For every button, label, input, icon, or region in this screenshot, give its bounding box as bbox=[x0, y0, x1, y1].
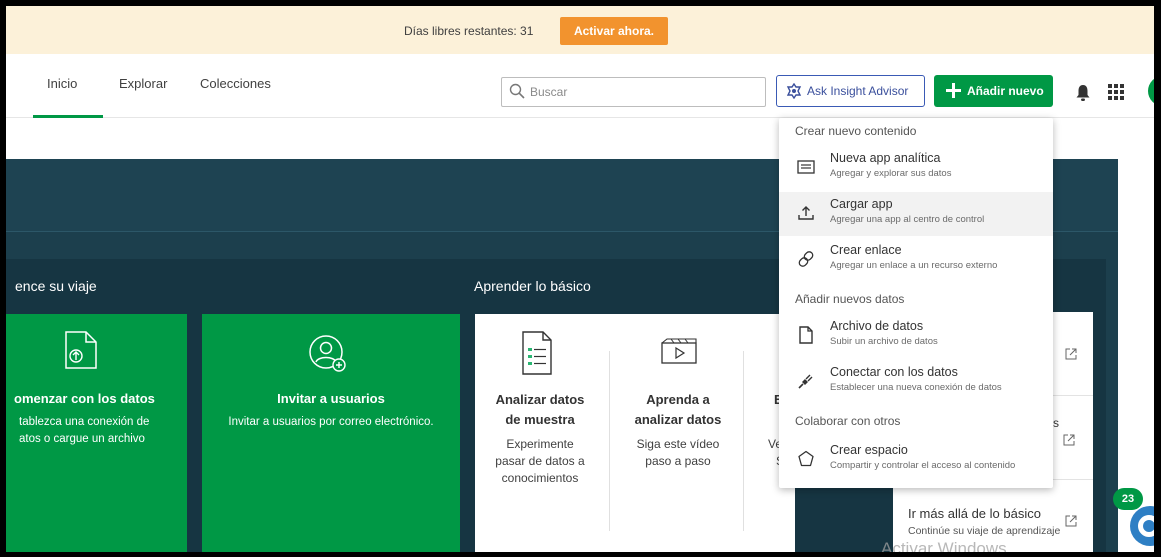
search-input[interactable] bbox=[530, 84, 750, 100]
chat-ring-icon bbox=[1138, 515, 1154, 537]
menu-item-title: Cargar app bbox=[830, 197, 893, 211]
menu-item-create-link[interactable]: Crear enlace Agregar un enlace a un recu… bbox=[779, 238, 1053, 282]
add-new-button[interactable]: Añadir nuevo bbox=[934, 75, 1053, 107]
link-icon bbox=[798, 251, 814, 267]
menu-item-create-space[interactable]: Crear espacio Compartir y controlar el a… bbox=[779, 438, 1053, 482]
app-grid-icon[interactable] bbox=[1108, 84, 1124, 100]
learn-basics-card: Analizar datos de muestra Experimente pa… bbox=[475, 314, 795, 552]
learn-analyze-heading-line2: analizar datos bbox=[634, 412, 722, 427]
search-box[interactable] bbox=[501, 77, 766, 107]
invite-users-body: Invitar a usuarios por correo electrónic… bbox=[228, 416, 434, 428]
plug-icon bbox=[798, 374, 813, 389]
insight-advisor-icon bbox=[786, 83, 802, 99]
add-new-label: Añadir nuevo bbox=[967, 84, 1044, 98]
menu-item-connect-data[interactable]: Conectar con los datos Establecer una nu… bbox=[779, 360, 1053, 404]
menu-item-data-file[interactable]: Archivo de datos Subir un archivo de dat… bbox=[779, 314, 1053, 358]
add-user-icon bbox=[309, 335, 346, 372]
bell-icon[interactable] bbox=[1075, 84, 1091, 102]
sample-data-body-line2: pasar de datos a bbox=[495, 454, 585, 468]
learn-analyze-body-line1: Siga este vídeo bbox=[636, 437, 720, 451]
user-avatar[interactable] bbox=[1148, 76, 1154, 106]
menu-item-subtitle: Compartir y controlar el acceso al conte… bbox=[830, 460, 1016, 471]
menu-item-subtitle: Agregar una app al centro de control bbox=[830, 214, 985, 225]
menu-item-subtitle: Agregar un enlace a un recurso externo bbox=[830, 260, 998, 271]
menu-item-subtitle: Establecer una nueva conexión de datos bbox=[830, 382, 1002, 393]
menu-item-title: Archivo de datos bbox=[830, 319, 924, 333]
sample-data-heading-line1: Analizar datos bbox=[495, 392, 585, 407]
tab-colecciones[interactable]: Colecciones bbox=[200, 54, 271, 118]
activate-now-button[interactable]: Activar ahora. bbox=[560, 17, 668, 45]
menu-item-subtitle: Agregar y explorar sus datos bbox=[830, 168, 952, 179]
screen-frame: Días libres restantes: 31 Activar ahora.… bbox=[0, 0, 1161, 557]
chat-notification-badge: 23 bbox=[1113, 488, 1143, 510]
tab-explorar[interactable]: Explorar bbox=[119, 54, 167, 118]
ask-insight-advisor-label: Ask Insight Advisor bbox=[807, 84, 909, 98]
menu-item-subtitle: Subir un archivo de datos bbox=[830, 336, 938, 347]
app-window: Días libres restantes: 31 Activar ahora.… bbox=[6, 6, 1154, 552]
external-link-icon[interactable] bbox=[1065, 515, 1077, 527]
invite-users-card[interactable]: Invitar a usuarios Invitar a usuarios po… bbox=[202, 314, 460, 552]
invite-users-heading: Invitar a usuarios bbox=[277, 391, 385, 406]
beyond-basics-subtitle: Continúe su viaje de aprendizaje bbox=[908, 525, 1061, 537]
menu-item-title: Crear espacio bbox=[830, 443, 908, 457]
sample-data-body: Experimente pasar de datos a conocimient… bbox=[475, 436, 605, 487]
plus-icon bbox=[946, 83, 961, 98]
trial-banner: Días libres restantes: 31 Activar ahora. bbox=[6, 6, 1154, 54]
learn-section-title: Aprender lo básico bbox=[474, 278, 591, 294]
sheet-icon bbox=[797, 160, 815, 174]
start-with-data-heading: omenzar con los datos bbox=[14, 391, 155, 406]
windows-activation-watermark: Activar Windows bbox=[881, 539, 1007, 552]
start-with-data-line2: atos o cargue un archivo bbox=[19, 433, 145, 445]
menu-item-upload-app[interactable]: Cargar app Agregar una app al centro de … bbox=[779, 192, 1053, 236]
beyond-basics-title[interactable]: Ir más allá de lo básico bbox=[908, 506, 1041, 521]
sample-data-heading-line2: de muestra bbox=[505, 412, 575, 427]
video-icon bbox=[661, 338, 697, 364]
journey-section-title: ence su viaje bbox=[15, 278, 97, 294]
resource-text-fragment: s bbox=[1053, 416, 1059, 430]
menu-item-title: Conectar con los datos bbox=[830, 365, 958, 379]
document-list-icon bbox=[522, 331, 552, 375]
file-upload-icon bbox=[65, 331, 97, 369]
create-content-section-label: Crear nuevo contenido bbox=[795, 124, 917, 138]
start-with-data-card[interactable]: omenzar con los datos tablezca una conex… bbox=[6, 314, 187, 552]
external-link-icon bbox=[1065, 348, 1077, 360]
learn-analyze-body: Siga este vídeo paso a paso bbox=[613, 436, 743, 470]
space-icon bbox=[798, 450, 814, 467]
menu-item-title: Nueva app analítica bbox=[830, 151, 941, 165]
external-link-icon bbox=[1063, 434, 1075, 446]
menu-item-title: Crear enlace bbox=[830, 243, 902, 257]
upload-icon bbox=[798, 206, 814, 220]
top-navigation: Inicio Explorar Colecciones Ask Insight … bbox=[6, 54, 1154, 118]
trial-days-text: Días libres restantes: 31 bbox=[404, 24, 534, 38]
sample-data-heading: Analizar datos de muestra bbox=[475, 390, 605, 430]
add-data-section-label: Añadir nuevos datos bbox=[795, 292, 905, 306]
add-new-dropdown-menu: Crear nuevo contenido Nueva app analític… bbox=[779, 118, 1053, 488]
collaborate-section-label: Colaborar con otros bbox=[795, 414, 901, 428]
learn-analyze-body-line2: paso a paso bbox=[645, 454, 711, 468]
menu-item-new-analytics-app[interactable]: Nueva app analítica Agregar y explorar s… bbox=[779, 146, 1053, 190]
column-divider bbox=[609, 351, 610, 531]
sample-data-body-line3: conocimientos bbox=[501, 471, 579, 485]
learn-analyze-heading: Aprenda a analizar datos bbox=[613, 390, 743, 430]
tab-inicio[interactable]: Inicio bbox=[33, 54, 103, 118]
search-icon bbox=[509, 83, 525, 99]
sample-data-body-line1: Experimente bbox=[506, 437, 574, 451]
column-divider bbox=[743, 351, 744, 531]
learn-analyze-heading-line1: Aprenda a bbox=[646, 392, 710, 407]
file-icon bbox=[799, 326, 813, 344]
ask-insight-advisor-button[interactable]: Ask Insight Advisor bbox=[776, 75, 925, 107]
start-with-data-line1: tablezca una conexión de bbox=[19, 416, 150, 428]
